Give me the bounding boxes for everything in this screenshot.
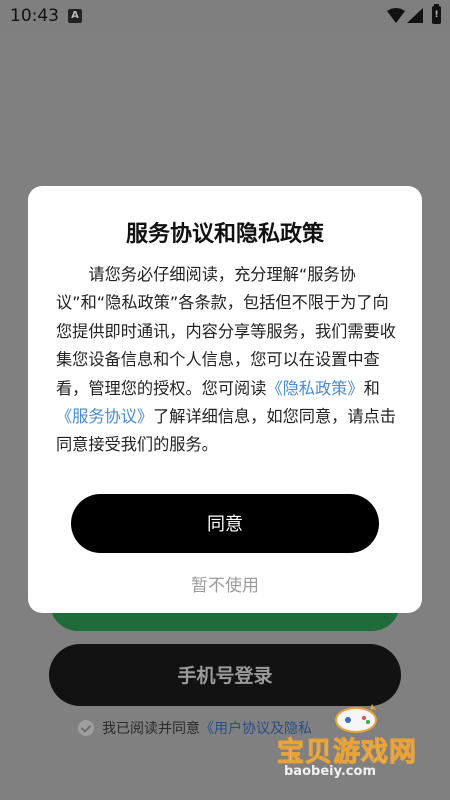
privacy-dialog: 服务协议和隐私政策 请您务必仔细阅读，充分理解“服务协议”和“隐私政策”各条款，… [28,186,422,613]
privacy-policy-link[interactable]: 《隐私政策》 [266,379,363,398]
status-bar: 10:43 A ! [0,0,450,32]
battery-alert-mark: ! [434,10,439,20]
watermark-url: baobeiy.com [284,764,376,779]
phone-login-button[interactable]: 手机号登录 [49,644,401,706]
agree-button[interactable]: 同意 [71,494,379,553]
body-text-and: 和 [363,378,380,398]
dialog-body: 请您务必仔细阅读，充分理解“服务协议”和“隐私政策”各条款，包括但不限于为了向您… [56,261,396,460]
watermark: 宝贝游戏网 baobeiy.com [272,700,442,790]
battery-icon: ! [432,4,441,24]
dialog-title: 服务协议和隐私政策 [125,222,324,247]
checkbox-icon[interactable] [78,720,94,736]
reject-button[interactable]: 暂不使用 [28,571,422,596]
service-agreement-link[interactable]: 《服务协议》 [56,407,153,426]
agreement-prefix: 我已阅读并同意 [102,721,200,737]
signal-icon [407,8,423,23]
wifi-icon [387,8,405,23]
status-time: 10:43 [10,6,59,26]
notification-icon: A [68,9,82,23]
